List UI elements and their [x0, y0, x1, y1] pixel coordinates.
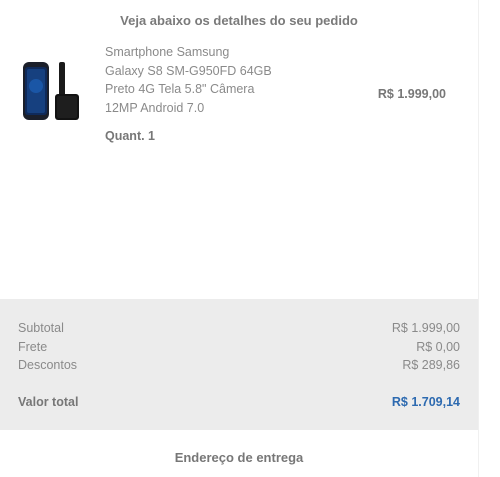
total-row: Valor total R$ 1.709,14 — [18, 395, 460, 409]
product-name-line: Galaxy S8 SM-G950FD 64GB — [105, 63, 272, 78]
shipping-value: R$ 0,00 — [416, 340, 460, 354]
product-name-line: Smartphone Samsung — [105, 45, 230, 59]
product-name-line: 12MP Android 7.0 — [105, 100, 205, 115]
subtotal-label: Subtotal — [18, 321, 64, 335]
subtotal-row: Subtotal R$ 1.999,00 — [18, 321, 460, 335]
product-image[interactable] — [21, 60, 83, 124]
order-details-heading: Veja abaixo os detalhes do seu pedido — [120, 13, 358, 28]
total-value: R$ 1.709,14 — [391, 395, 460, 409]
total-label: Valor total — [18, 395, 79, 409]
discount-row: Descontos R$ 289,86 — [18, 358, 460, 372]
product-price: R$ 1.999,00 — [377, 87, 446, 101]
shipping-row: Frete R$ 0,00 — [18, 340, 460, 354]
scrollbar-track[interactable] — [478, 0, 500, 477]
product-quantity: Quant. 1 — [105, 129, 156, 143]
product-name[interactable]: Smartphone Samsung Galaxy S8 SM-G950FD 6… — [105, 43, 305, 117]
product-name-line: Preto 4G Tela 5.8" Câmera — [105, 82, 255, 96]
subtotal-value: R$ 1.999,00 — [391, 321, 460, 335]
discount-label: Descontos — [18, 358, 78, 372]
order-summary: Subtotal R$ 1.999,00 Frete R$ 0,00 Desco… — [0, 299, 478, 430]
order-details-panel: Veja abaixo os detalhes do seu pedido Sm… — [0, 0, 478, 477]
shipping-label: Frete — [18, 340, 48, 354]
discount-value: R$ 289,86 — [402, 358, 460, 372]
phone-icon — [23, 62, 79, 120]
delivery-address-heading: Endereço de entrega — [174, 450, 304, 465]
